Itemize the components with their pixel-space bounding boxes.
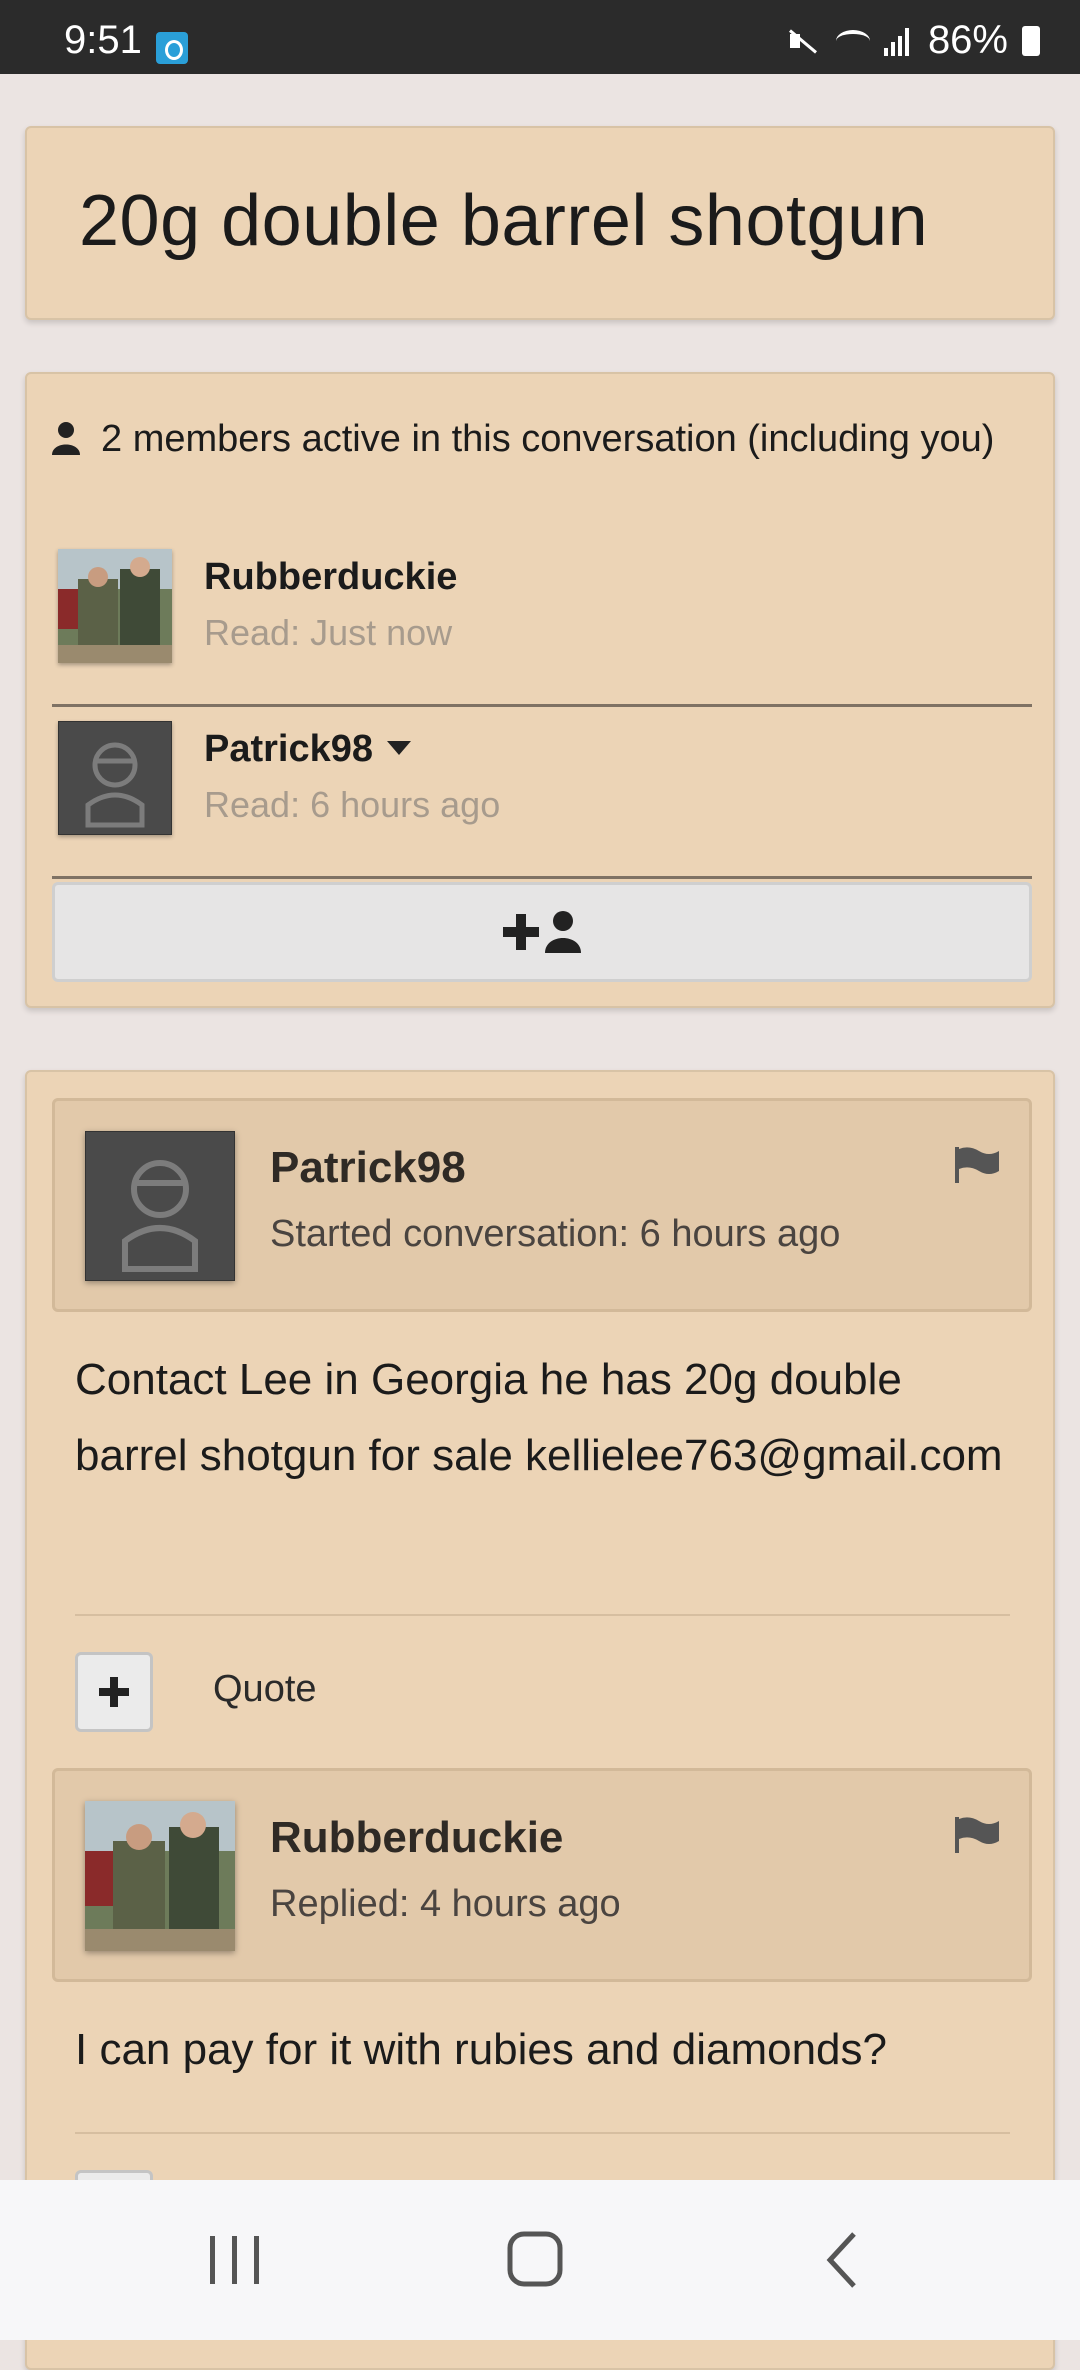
thread-card: Patrick98 Started conversation: 6 hours … [25, 1070, 1055, 2370]
user-icon [51, 416, 81, 470]
avatar[interactable] [85, 1801, 235, 1951]
member-row[interactable]: Rubberduckie Read: Just now [52, 534, 1032, 707]
members-summary-text: 2 members active in this conversation (i… [101, 418, 995, 460]
add-user-button[interactable] [52, 882, 1032, 982]
mute-icon [788, 26, 822, 56]
post-body: Contact Lee in Georgia he has 20g double… [75, 1355, 1003, 1480]
member-row[interactable]: Patrick98 Read: 6 hours ago [52, 706, 1032, 879]
members-summary: 2 members active in this conversation (i… [51, 412, 1011, 470]
home-icon[interactable] [500, 2230, 570, 2290]
avatar[interactable] [58, 549, 172, 663]
conversation-title: 20g double barrel shotgun [79, 181, 929, 261]
chevron-down-icon[interactable] [387, 741, 412, 755]
user-icon [545, 911, 581, 953]
member-name[interactable]: Rubberduckie [204, 556, 457, 599]
battery-percent: 86% [927, 18, 1008, 62]
member-read-status: Read: 6 hours ago [204, 784, 501, 825]
app-notification-icon [156, 32, 188, 64]
plus-icon [99, 1677, 129, 1707]
system-nav-bar [0, 2180, 1080, 2340]
divider [75, 2132, 1010, 2134]
divider [75, 1614, 1010, 1616]
plus-icon [503, 914, 539, 950]
recent-apps-icon[interactable] [200, 2230, 270, 2290]
status-icons: 86% [788, 18, 1040, 63]
member-name[interactable]: Patrick98 [204, 728, 412, 771]
flag-icon[interactable] [955, 1147, 999, 1183]
flag-icon[interactable] [955, 1817, 999, 1853]
post-author[interactable]: Patrick98 [270, 1143, 466, 1193]
back-icon[interactable] [810, 2230, 880, 2290]
post-body: I can pay for it with rubies and diamond… [75, 2025, 888, 2074]
avatar[interactable] [57, 720, 173, 836]
wifi-icon [835, 29, 870, 52]
member-read-status: Read: Just now [204, 612, 453, 653]
post-timestamp: Started conversation: 6 hours ago [270, 1213, 841, 1255]
quote-link[interactable]: Quote [213, 1668, 317, 1711]
signal-icon [883, 26, 914, 56]
post-header: Rubberduckie Replied: 4 hours ago [52, 1768, 1032, 1982]
members-card: 2 members active in this conversation (i… [25, 372, 1055, 1008]
post-header: Patrick98 Started conversation: 6 hours … [52, 1098, 1032, 1312]
status-bar: 9:51 86% [0, 0, 1080, 74]
multi-quote-button[interactable] [75, 1652, 153, 1732]
status-time: 9:51 [64, 18, 142, 62]
avatar[interactable] [84, 1130, 236, 1282]
title-card: 20g double barrel shotgun [25, 126, 1055, 320]
post-author[interactable]: Rubberduckie [270, 1813, 563, 1863]
battery-icon [1022, 25, 1040, 56]
member-name-text: Patrick98 [204, 728, 374, 770]
post-timestamp: Replied: 4 hours ago [270, 1883, 621, 1925]
